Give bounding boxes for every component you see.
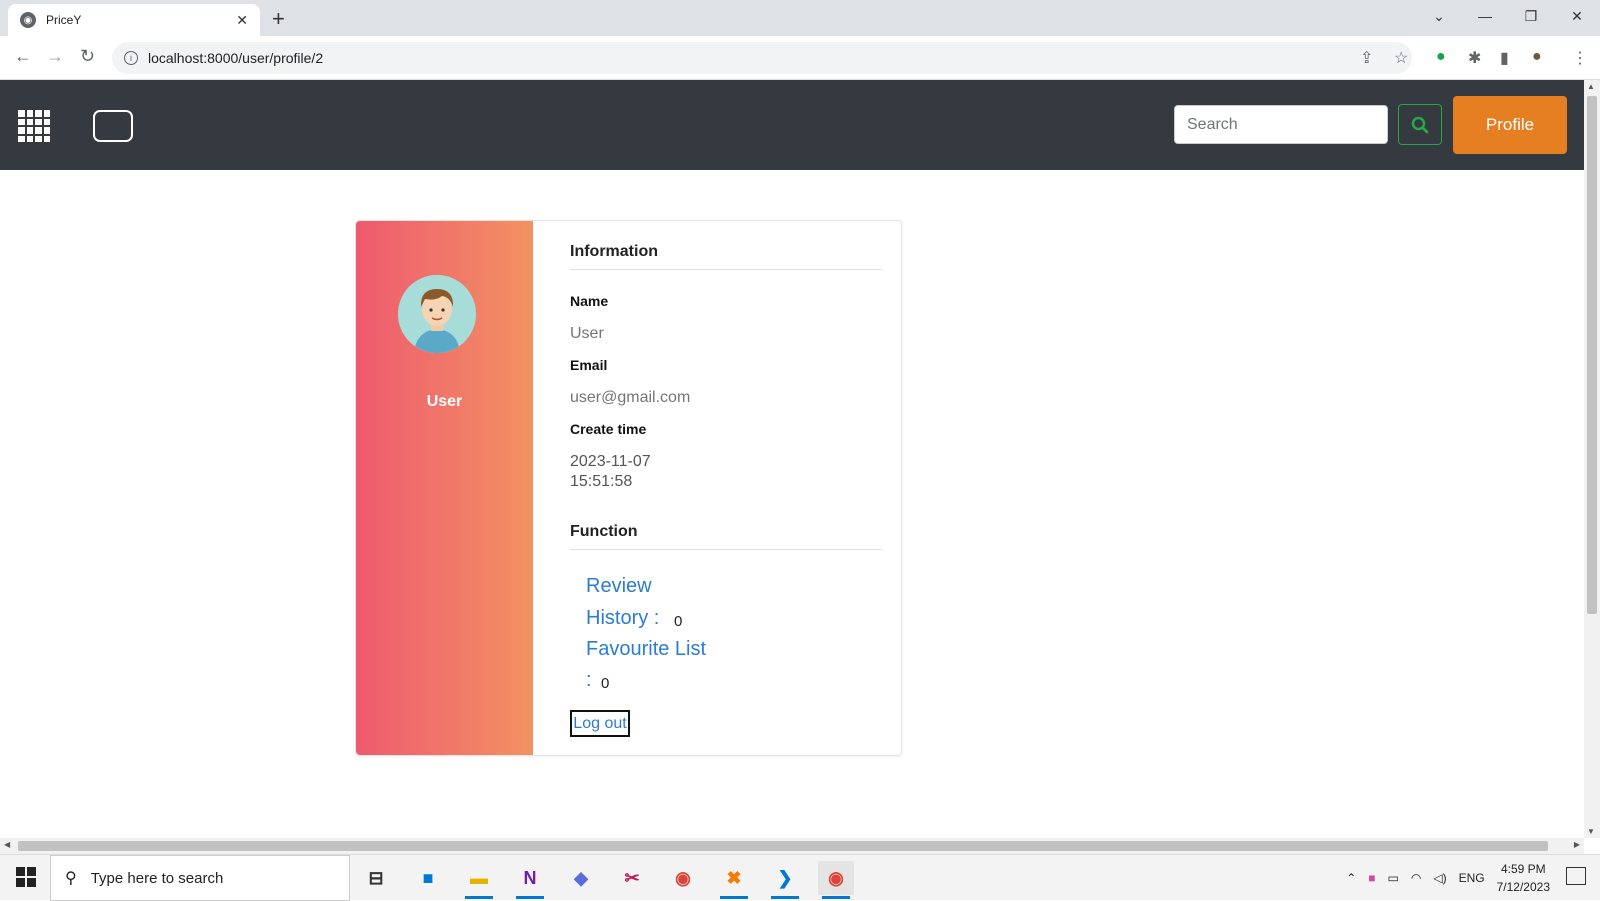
profile-display-name: User: [426, 393, 463, 410]
profile-card: User Information Name User Email user@gm…: [355, 220, 902, 756]
task-view-icon[interactable]: ⊟: [358, 861, 394, 895]
search-input[interactable]: [1174, 105, 1388, 144]
onenote-icon[interactable]: N: [512, 861, 548, 899]
extensions-icon[interactable]: ✱: [1468, 48, 1481, 68]
avatar-icon[interactable]: ●: [1532, 48, 1542, 66]
close-tab-icon[interactable]: ✕: [236, 12, 248, 29]
clock-time: 4:59 PM: [1500, 862, 1546, 876]
logout-button[interactable]: Log out: [570, 710, 630, 737]
notification-icon[interactable]: [1566, 867, 1586, 885]
name-label: Name: [570, 293, 609, 309]
site-navbar: Profile: [0, 80, 1584, 170]
show-hidden-icons-icon[interactable]: ⌃: [1346, 871, 1356, 885]
vertical-scroll-thumb[interactable]: [1587, 96, 1597, 614]
user-avatar-icon: [398, 275, 476, 353]
close-window-icon[interactable]: ✕: [1554, 0, 1600, 32]
site-info-icon[interactable]: i: [124, 51, 138, 65]
scroll-right-icon[interactable]: ▶: [1574, 840, 1580, 849]
email-label: Email: [570, 357, 608, 373]
forward-icon[interactable]: →: [46, 46, 64, 67]
url-text: localhost:8000/user/profile/2: [148, 50, 324, 66]
battery-icon[interactable]: ▭: [1388, 871, 1399, 885]
email-value: user@gmail.com: [570, 389, 691, 406]
taskbar-search-placeholder: Type here to search: [90, 869, 224, 887]
taskbar-search-icon: ⚲: [65, 870, 77, 887]
grid-menu-icon[interactable]: [18, 110, 50, 142]
browser-toolbar: ← → ↻ i localhost:8000/user/profile/2 ⇪ …: [0, 36, 1600, 80]
windows-start-icon[interactable]: [16, 867, 36, 887]
clock-date: 7/12/2023: [1496, 880, 1550, 894]
scroll-down-icon[interactable]: ▼: [1587, 827, 1595, 836]
name-value: User: [570, 325, 604, 342]
page-content: Profile User Information Name Use: [0, 80, 1584, 838]
system-tray: ⌃ ■ ▭ ◠ ◁) ENG 4:59 PM 7/12/2023: [1346, 855, 1550, 901]
create-time-value: 15:51:58: [570, 473, 633, 490]
tab-search-icon[interactable]: ⌄: [1416, 0, 1462, 32]
minimize-icon[interactable]: —: [1462, 0, 1508, 32]
copilot-app-icon[interactable]: ◆: [563, 861, 599, 895]
window-controls: ⌄ — ❐ ✕: [1416, 0, 1600, 32]
chrome-active-icon[interactable]: ◉: [818, 861, 854, 899]
browser-tab-bar: ◉ PriceY ✕ + ⌄ — ❐ ✕: [0, 0, 1600, 36]
browser-tab[interactable]: ◉ PriceY ✕: [8, 4, 260, 36]
xampp-icon[interactable]: ✖: [716, 861, 752, 899]
profile-button[interactable]: Profile: [1453, 96, 1567, 154]
avatar: [398, 275, 476, 353]
grammarly-icon[interactable]: ●: [1436, 48, 1446, 66]
favourite-list-count: 0: [601, 675, 610, 692]
review-history-count: 0: [674, 613, 683, 630]
address-bar[interactable]: i localhost:8000/user/profile/2: [112, 42, 1412, 74]
back-icon[interactable]: ←: [14, 46, 32, 67]
side-panel-icon[interactable]: ▮: [1500, 48, 1509, 68]
restore-icon[interactable]: ❐: [1508, 0, 1554, 32]
windows-taskbar: ⚲ Type here to search ⊟ ■ ▬ N ◆ ✂ ◉ ✖ ❯ …: [0, 854, 1600, 901]
function-heading: Function: [570, 523, 882, 550]
create-date-value: 2023-11-07: [570, 453, 651, 470]
scroll-left-icon[interactable]: ◀: [4, 840, 10, 849]
file-explorer-icon[interactable]: ▬: [461, 861, 497, 899]
reload-icon[interactable]: ↻: [80, 46, 95, 67]
taskbar-clock[interactable]: 4:59 PM 7/12/2023: [1497, 860, 1550, 896]
globe-icon: ◉: [20, 12, 36, 28]
color-app-icon[interactable]: ■: [1368, 871, 1375, 885]
new-tab-icon[interactable]: +: [272, 6, 285, 32]
microsoft-store-icon[interactable]: ■: [410, 861, 446, 895]
favourite-list-link[interactable]: Favourite List: [586, 638, 706, 661]
create-time-label: Create time: [570, 421, 647, 437]
chrome-icon[interactable]: ◉: [665, 861, 701, 895]
horizontal-scrollbar[interactable]: ◀ ▶: [0, 838, 1584, 854]
language-indicator[interactable]: ENG: [1459, 871, 1485, 885]
profile-sidebar: User: [356, 221, 533, 755]
volume-icon[interactable]: ◁): [1433, 871, 1446, 885]
favourite-list-link-line2[interactable]: :: [586, 669, 592, 692]
bookmark-star-icon[interactable]: ☆: [1394, 48, 1408, 68]
taskbar-search-box[interactable]: ⚲ Type here to search: [50, 855, 350, 901]
search-icon: [1411, 116, 1429, 133]
tab-title: PriceY: [46, 13, 82, 27]
snipping-tool-icon[interactable]: ✂: [614, 861, 650, 895]
share-icon[interactable]: ⇪: [1360, 48, 1373, 68]
scroll-up-icon[interactable]: ▲: [1587, 82, 1595, 91]
review-history-link-line2[interactable]: History :: [586, 607, 659, 630]
horizontal-scroll-thumb[interactable]: [18, 841, 1548, 851]
navbar-toggler-button[interactable]: [93, 110, 133, 142]
vscode-icon[interactable]: ❯: [767, 861, 803, 899]
vertical-scrollbar[interactable]: ▲ ▼: [1584, 80, 1600, 838]
review-history-link[interactable]: Review: [586, 575, 652, 598]
search-button[interactable]: [1398, 104, 1442, 145]
menu-icon[interactable]: ⋮: [1572, 48, 1588, 68]
wifi-icon[interactable]: ◠: [1411, 871, 1421, 885]
information-heading: Information: [570, 243, 882, 270]
